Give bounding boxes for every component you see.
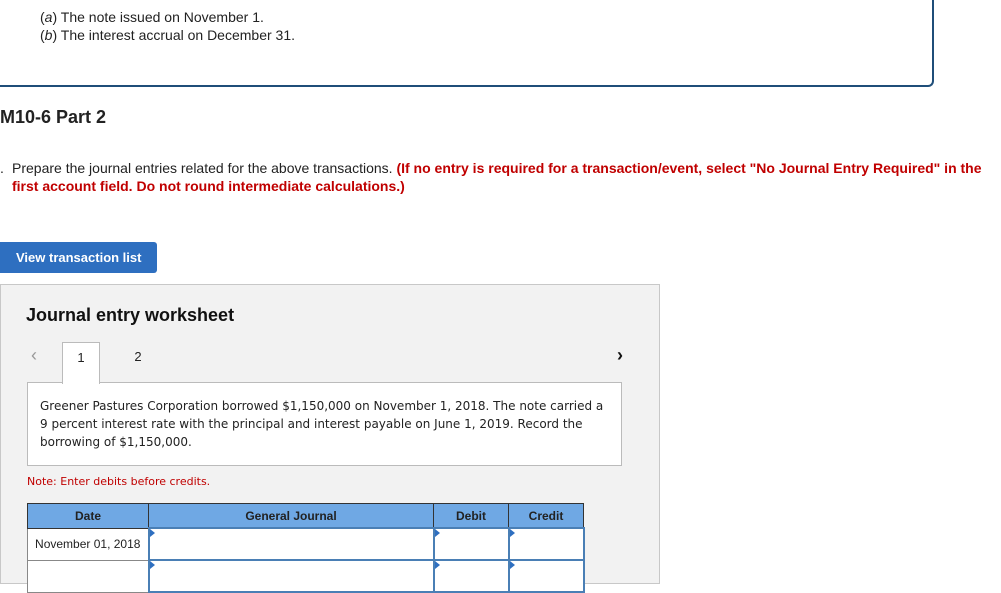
dropdown-marker-icon xyxy=(509,529,515,537)
chevron-right-icon[interactable]: › xyxy=(617,345,623,366)
debit-credit-note: Note: Enter debits before credits. xyxy=(27,475,211,488)
table-row: November 01, 2018 xyxy=(27,527,585,561)
tab-2[interactable]: 2 xyxy=(119,342,157,382)
account-field[interactable] xyxy=(147,527,435,561)
tab-1[interactable]: 1 xyxy=(62,342,100,384)
date-cell xyxy=(27,559,149,593)
instruction-text: Prepare the journal entries related for … xyxy=(12,160,397,176)
bullet: . xyxy=(0,160,4,176)
header-date: Date xyxy=(27,503,149,529)
header-credit: Credit xyxy=(508,503,584,529)
dropdown-marker-icon xyxy=(149,529,155,537)
view-transaction-list-button[interactable]: View transaction list xyxy=(0,242,157,273)
table-header-row: Date General Journal Debit Credit xyxy=(27,503,584,529)
transaction-description: Greener Pastures Corporation borrowed $1… xyxy=(27,382,622,466)
journal-entry-worksheet: Journal entry worksheet ‹ 1 2 › Greener … xyxy=(0,284,660,593)
table-row xyxy=(27,559,585,593)
sub-question-list: (a) The note issued on November 1. (b) T… xyxy=(40,8,295,44)
sub-item-a: (a) The note issued on November 1. xyxy=(40,9,264,25)
date-cell: November 01, 2018 xyxy=(27,527,149,561)
dropdown-marker-icon xyxy=(434,529,440,537)
sub-item-b: (b) The interest accrual on December 31. xyxy=(40,27,296,43)
debit-field[interactable] xyxy=(432,527,510,561)
header-debit: Debit xyxy=(433,503,509,529)
header-general-journal: General Journal xyxy=(148,503,434,529)
chevron-left-icon[interactable]: ‹ xyxy=(31,345,37,366)
instructions: . Prepare the journal entries related fo… xyxy=(0,159,990,195)
dropdown-marker-icon xyxy=(509,561,515,569)
credit-field[interactable] xyxy=(507,527,585,561)
dropdown-marker-icon xyxy=(434,561,440,569)
credit-field[interactable] xyxy=(507,559,585,593)
account-field[interactable] xyxy=(147,559,435,593)
journal-table: Date General Journal Debit Credit Novemb… xyxy=(27,503,585,593)
dropdown-marker-icon xyxy=(149,561,155,569)
worksheet-title: Journal entry worksheet xyxy=(26,305,235,325)
debit-field[interactable] xyxy=(432,559,510,593)
part-title: M10-6 Part 2 xyxy=(0,107,107,127)
